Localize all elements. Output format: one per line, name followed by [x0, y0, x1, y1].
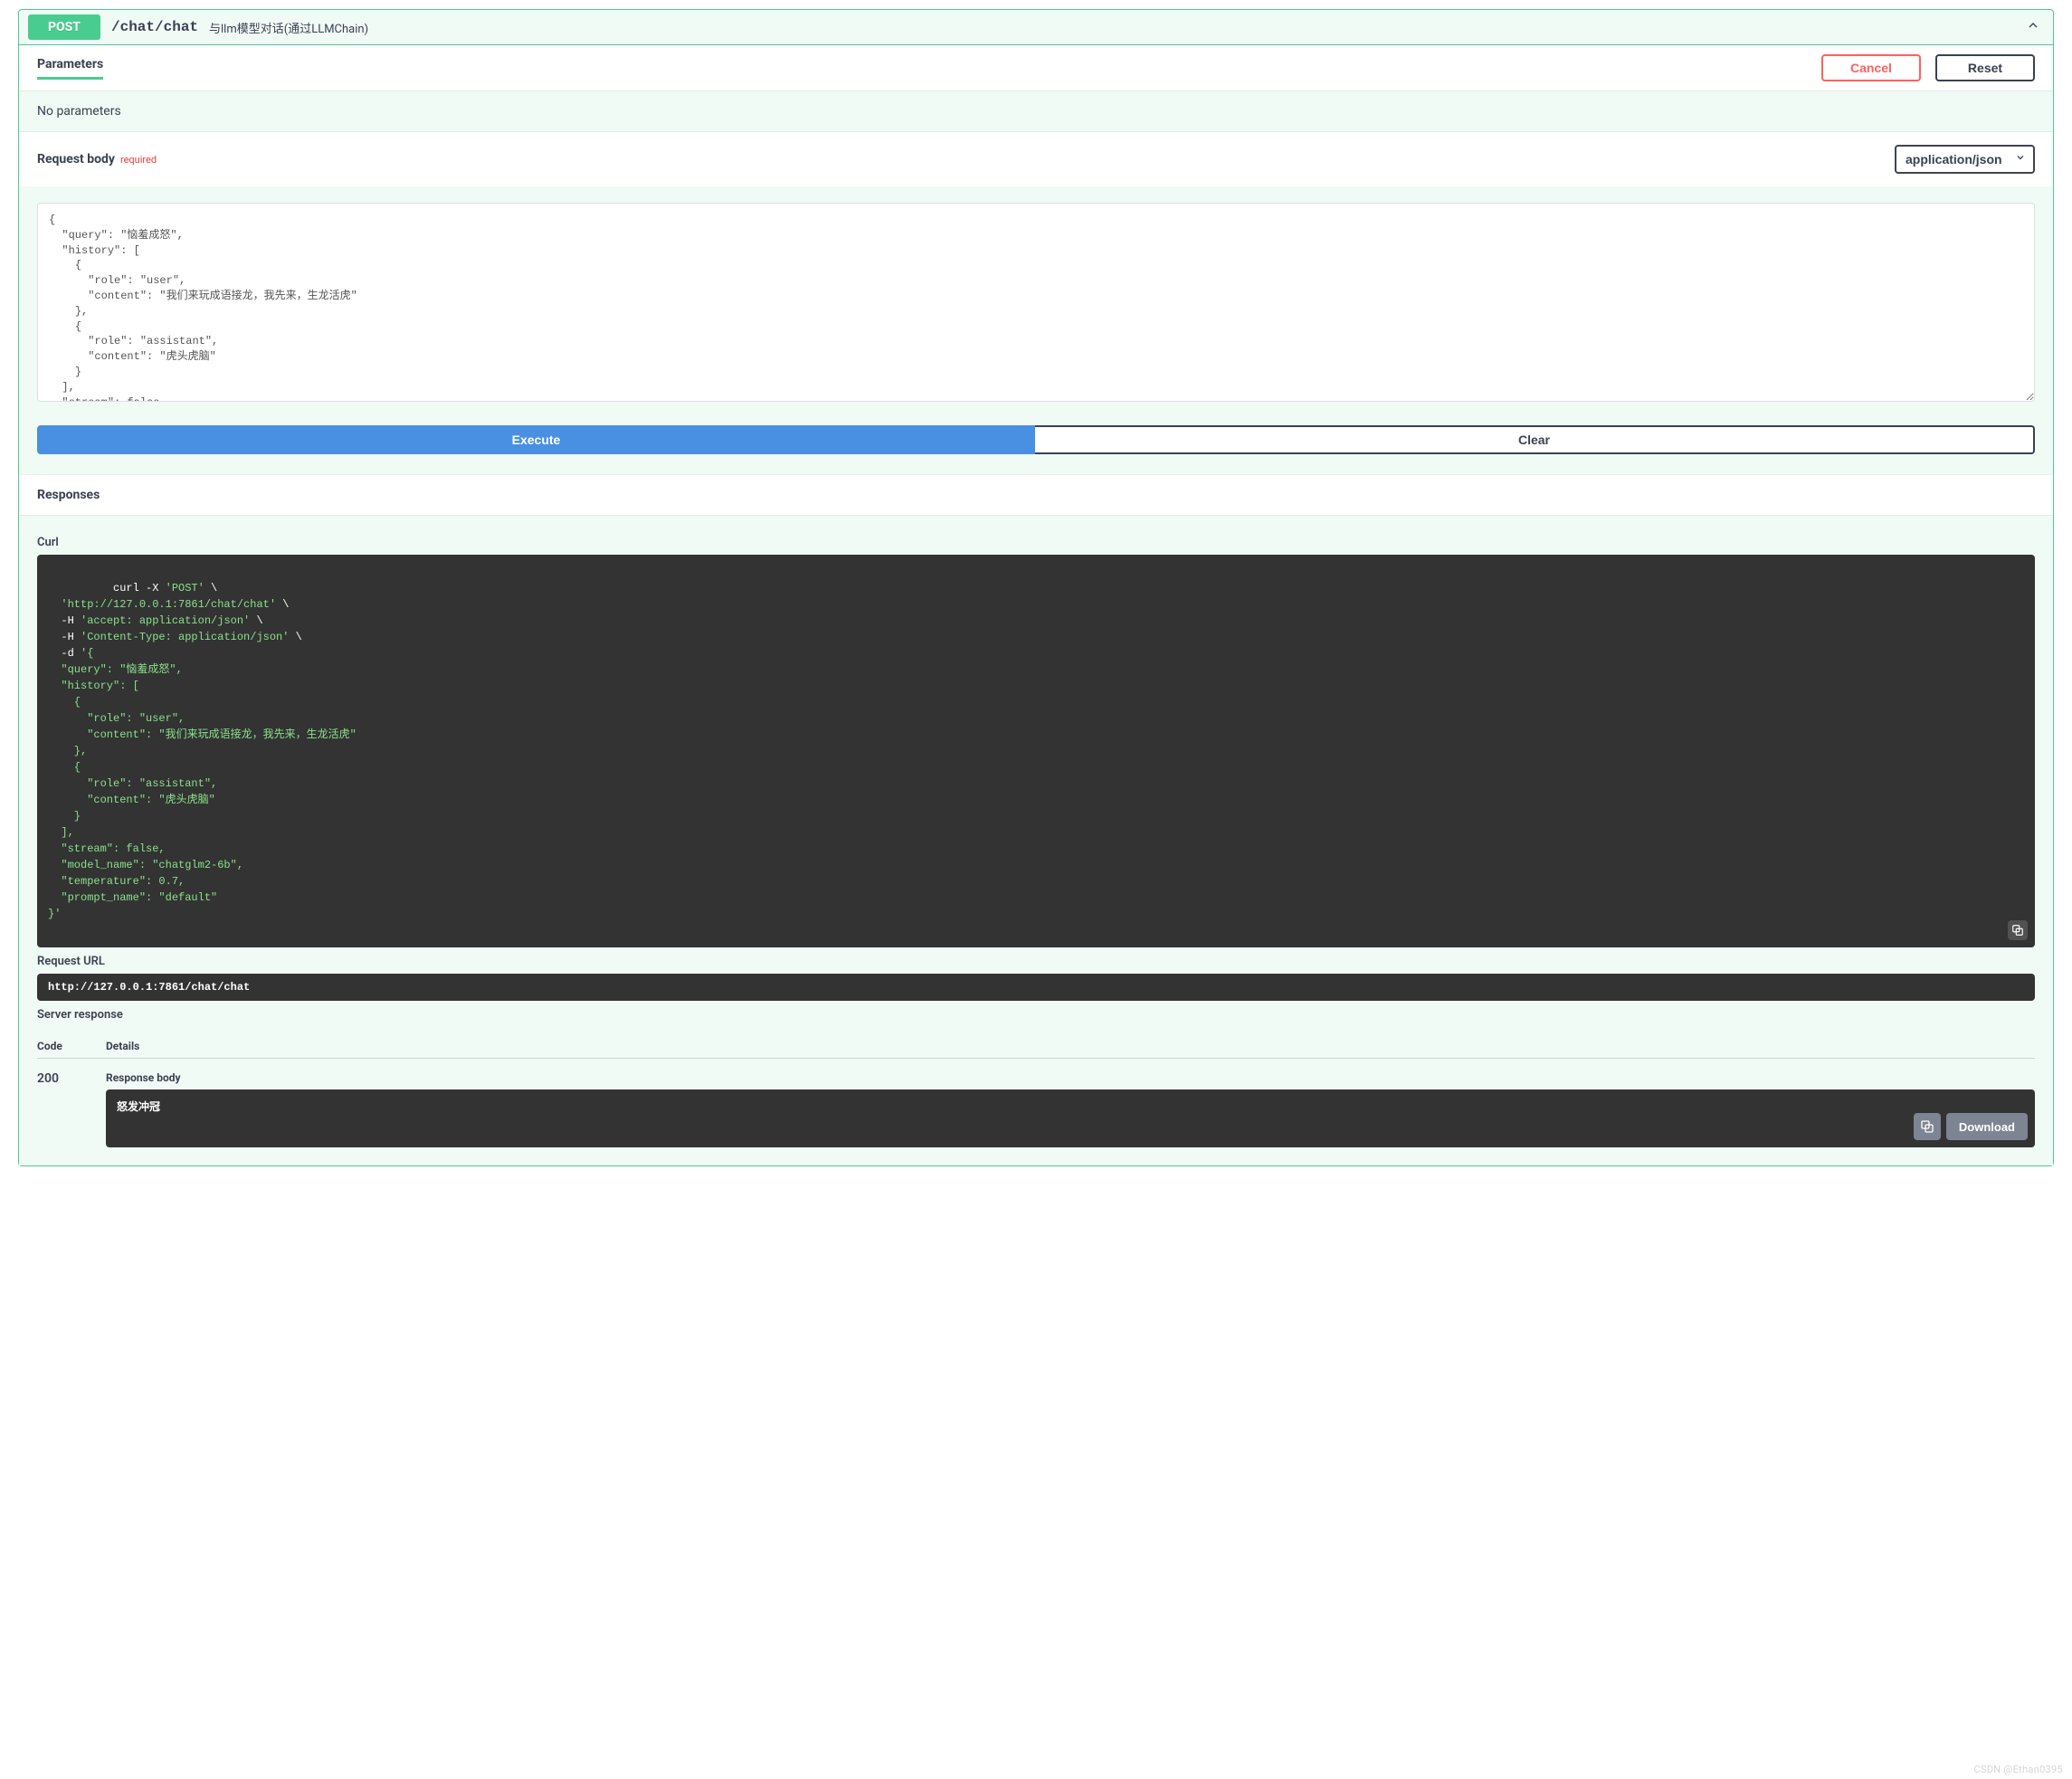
reset-button[interactable]: Reset	[1935, 54, 2035, 81]
copy-icon[interactable]	[1914, 1113, 1941, 1140]
chevron-up-icon[interactable]	[2026, 18, 2040, 36]
code-column-header: Code	[37, 1040, 106, 1052]
request-body-editor[interactable]	[37, 203, 2035, 402]
server-response-label: Server response	[37, 1008, 2035, 1022]
opblock-body: Parameters Cancel Reset No parameters Re…	[19, 45, 2053, 1165]
opblock-post: POST /chat/chat 与llm模型对话(通过LLMChain) Par…	[18, 9, 2054, 1166]
response-body-label: Response body	[106, 1071, 2035, 1084]
method-badge: POST	[28, 14, 100, 40]
response-body: 怒发冲冠 Download	[106, 1089, 2035, 1147]
parameters-header: Parameters Cancel Reset	[19, 45, 2053, 90]
responses-section: Curl curl -X 'POST' \ 'http://127.0.0.1:…	[19, 515, 2053, 1165]
parameters-tab[interactable]: Parameters	[37, 57, 103, 80]
clear-button[interactable]: Clear	[1035, 425, 2035, 454]
request-body-header: Request body required application/json	[19, 132, 2053, 186]
request-body-label: Request body	[37, 152, 115, 166]
curl-label: Curl	[37, 536, 2035, 549]
response-body-text: 怒发冲冠	[117, 1101, 160, 1114]
endpoint-path: /chat/chat	[111, 19, 198, 35]
copy-icon[interactable]	[2008, 920, 2028, 940]
required-badge: required	[120, 154, 157, 166]
response-code: 200	[37, 1071, 106, 1147]
response-row: 200 Response body 怒发冲冠 Download	[37, 1059, 2035, 1147]
request-url-label: Request URL	[37, 955, 2035, 968]
details-column-header: Details	[106, 1040, 2035, 1052]
endpoint-summary: 与llm模型对话(通过LLMChain)	[209, 19, 368, 36]
curl-code: curl -X 'POST' \ 'http://127.0.0.1:7861/…	[37, 555, 2035, 947]
opblock-summary[interactable]: POST /chat/chat 与llm模型对话(通过LLMChain)	[19, 10, 2053, 45]
no-parameters-text: No parameters	[19, 90, 2053, 132]
execute-button[interactable]: Execute	[37, 425, 1035, 454]
request-url-value: http://127.0.0.1:7861/chat/chat	[37, 974, 2035, 1001]
watermark: CSDN @Ethan0395	[1973, 1764, 2063, 1775]
responses-label: Responses	[19, 474, 2053, 515]
download-button[interactable]: Download	[1946, 1113, 2028, 1140]
cancel-button[interactable]: Cancel	[1821, 54, 1921, 81]
content-type-select[interactable]: application/json	[1895, 145, 2035, 174]
